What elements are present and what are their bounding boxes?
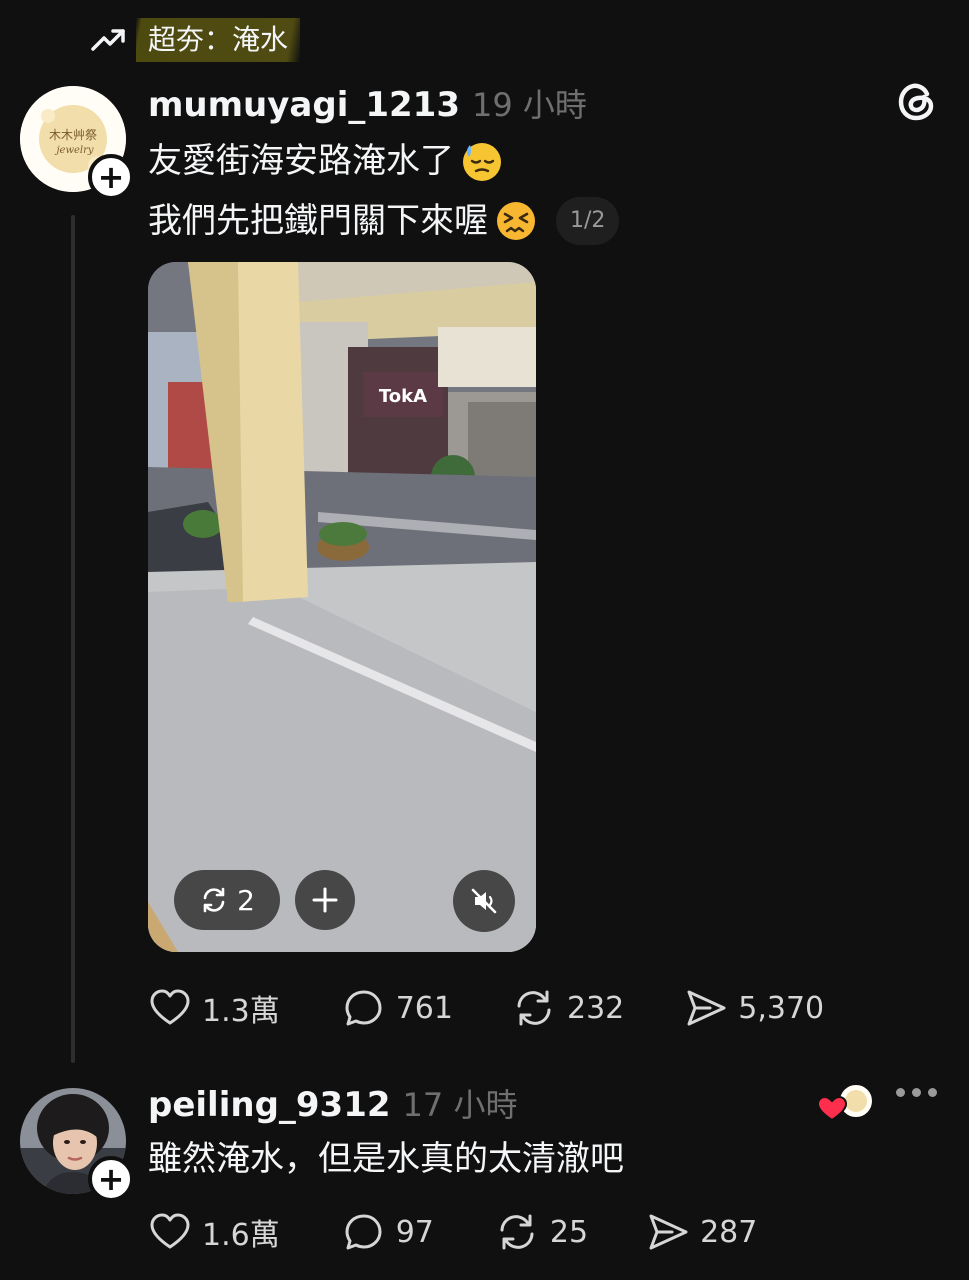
send-icon [687, 990, 726, 1026]
media-page-indicator: 1/2 [556, 197, 620, 245]
send-icon [649, 1214, 688, 1250]
post-repost-count: 232 [566, 990, 625, 1026]
author-liked-heart-icon [816, 1083, 874, 1122]
heart-icon [150, 989, 190, 1025]
reply-text: 雖然淹水，但是水真的太清澈吧 [148, 1139, 624, 1179]
post-comment-count: 761 [395, 990, 453, 1026]
post-like-count: 1.3萬 [202, 994, 280, 1029]
repost-icon [500, 1214, 534, 1250]
thread-line [71, 215, 75, 1063]
reply-comment-count: 97 [395, 1214, 434, 1250]
avatar-logo-subtext: jewelry [54, 145, 93, 156]
video-repost-button[interactable]: 2 [174, 870, 280, 930]
post-author-avatar[interactable]: 木木艸祭 jewelry + [20, 86, 134, 200]
post-share-count: 5,370 [738, 990, 825, 1026]
reply-timestamp: 17 小時 [402, 1086, 518, 1124]
comment-icon [345, 1214, 382, 1250]
post-line-1: 友愛街海安路淹水了 [148, 136, 504, 186]
post-like-button[interactable]: 1.3萬 [148, 986, 280, 1030]
reply-author-avatar[interactable]: + [20, 1088, 134, 1202]
reply-comment-button[interactable]: 97 [342, 1210, 434, 1254]
video-add-button[interactable] [295, 870, 355, 930]
post-line-2: 我們先把鐵門關下來喔 1/2 [148, 196, 620, 246]
post-comment-button[interactable]: 761 [342, 986, 453, 1030]
follow-button[interactable]: + [88, 154, 134, 200]
speaker-muted-icon [471, 888, 497, 914]
post-username[interactable]: mumuyagi_1213 [148, 85, 460, 125]
reply-repost-button[interactable]: 25 [494, 1210, 588, 1254]
reply-header: peiling_9312 17 小時 [148, 1080, 518, 1125]
post-timestamp: 19 小時 [472, 86, 587, 124]
confounded-face-emoji [497, 202, 535, 240]
video-frame: TokA [148, 262, 536, 952]
reply-share-count: 287 [700, 1214, 758, 1250]
post-repost-button[interactable]: 232 [511, 986, 624, 1030]
comment-icon [345, 990, 382, 1026]
avatar-logo-text: 木木艸祭 [49, 128, 97, 142]
reply-like-button[interactable]: 1.6萬 [148, 1210, 280, 1254]
trending-topic[interactable]: 超夯：淹水 [90, 18, 301, 62]
heart-icon [150, 1213, 190, 1249]
store-sign-text: TokA [379, 386, 427, 407]
video-repost-count: 2 [237, 883, 255, 917]
threads-logo-icon[interactable] [896, 80, 938, 124]
post-header: mumuyagi_1213 19 小時 [148, 80, 587, 125]
video-mute-button[interactable] [453, 870, 515, 932]
plus-icon [312, 887, 338, 913]
repost-icon [203, 887, 225, 913]
reply-actions: 1.6萬 97 25 287 [148, 1210, 757, 1254]
post-share-button[interactable]: 5,370 [684, 986, 824, 1030]
downcast-face-with-sweat-emoji [463, 143, 501, 181]
reply-more-options-icon[interactable] [896, 1088, 937, 1097]
repost-icon [517, 990, 551, 1026]
reply-share-button[interactable]: 287 [646, 1210, 757, 1254]
trending-topic-label[interactable]: 超夯：淹水 [136, 18, 301, 62]
trending-up-icon [91, 29, 125, 51]
reply-repost-count: 25 [549, 1214, 589, 1250]
reply-like-count: 1.6萬 [202, 1218, 280, 1253]
author-liked-indicator [816, 1080, 878, 1124]
reply-username[interactable]: peiling_9312 [148, 1085, 391, 1125]
post-video[interactable]: TokA 2 [148, 262, 536, 952]
follow-button[interactable]: + [88, 1156, 134, 1202]
post-actions: 1.3萬 761 232 5,370 [148, 986, 824, 1030]
